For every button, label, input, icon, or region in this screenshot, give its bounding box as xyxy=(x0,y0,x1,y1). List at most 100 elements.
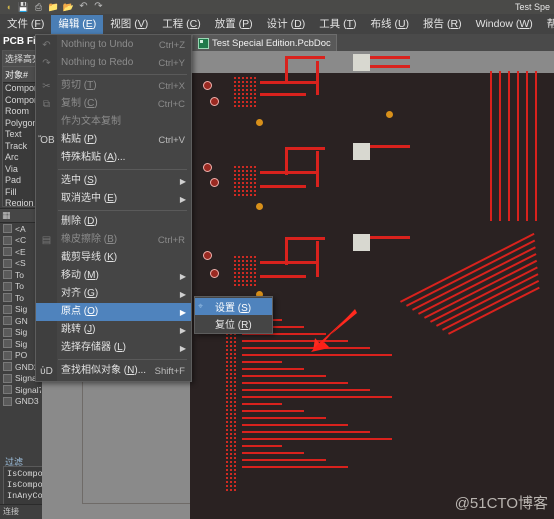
object-type-item[interactable]: Via xyxy=(3,164,39,176)
menu-item-shortcut: Ctrl+Z xyxy=(158,39,185,51)
pcb-board[interactable]: @51CTO博客 xyxy=(190,51,554,519)
edit-menu-item-17[interactable]: 原点 (O) ▶ xyxy=(36,303,191,321)
layer-visibility-checkbox[interactable] xyxy=(3,224,12,234)
redo-icon: ↷ xyxy=(42,57,51,69)
app-logo-icon[interactable]: ◖ xyxy=(2,1,15,13)
layer-list-item[interactable]: Signal7 xyxy=(1,384,41,396)
menu-Window-9[interactable]: Window (W) xyxy=(469,15,540,34)
accesskey-letter: T xyxy=(87,80,94,91)
menu-放置-4[interactable]: 放置 (P) xyxy=(208,15,260,34)
submenu-item-label: 复位 (R) xyxy=(215,320,252,331)
menu-文件-0[interactable]: 文件 (F) xyxy=(0,15,51,34)
menu-separator xyxy=(58,169,187,170)
label-text: 取消选中 xyxy=(61,193,101,204)
paste-icon: ὌB xyxy=(38,134,55,146)
object-type-item[interactable]: Component xyxy=(3,83,39,95)
object-type-item[interactable]: Polygon xyxy=(3,118,39,130)
edit-menu-item-9[interactable]: 选中 (S) ▶ xyxy=(36,172,191,190)
label-text: 原点 xyxy=(61,306,81,317)
object-type-item[interactable]: Fill xyxy=(3,187,39,199)
menu-视图-2[interactable]: 视图 (V) xyxy=(103,15,155,34)
layer-visibility-checkbox[interactable] xyxy=(3,304,12,314)
menu-报告-8[interactable]: 报告 (R) xyxy=(416,15,469,34)
menu-label: 视图 xyxy=(110,17,132,30)
menu-item-label: 选择存储器 (L) xyxy=(61,342,127,353)
via-6 xyxy=(210,269,219,278)
object-type-item[interactable]: Region xyxy=(3,198,39,206)
menu-设计-5[interactable]: 设计 (D) xyxy=(260,15,313,34)
edit-menu-dropdown[interactable]: ↶ Nothing to Undo Ctrl+Z ↷ Nothing to Redo Ct… xyxy=(35,34,192,382)
edit-menu-item-15[interactable]: 移动 (M) ▶ xyxy=(36,267,191,285)
origin-submenu-item-1[interactable]: 复位 (R) xyxy=(195,315,272,332)
edit-menu-item-21[interactable]: ὐD 查找相似对象 (N)... Shift+F xyxy=(36,362,191,380)
layer-visibility-checkbox[interactable] xyxy=(3,235,12,245)
trace-group-2d xyxy=(285,147,288,175)
layer-visibility-checkbox[interactable] xyxy=(3,362,12,372)
layer-visibility-checkbox[interactable] xyxy=(3,258,12,268)
board-top-margin xyxy=(190,51,554,73)
fanout-trace xyxy=(242,396,392,398)
layer-visibility-checkbox[interactable] xyxy=(3,327,12,337)
layer-visibility-checkbox[interactable] xyxy=(3,339,12,349)
layer-visibility-checkbox[interactable] xyxy=(3,396,12,406)
menu-accesskey: (D) xyxy=(287,17,306,30)
object-type-item[interactable]: Text xyxy=(3,129,39,141)
redo-icon[interactable]: ↷ xyxy=(92,1,105,13)
menu-label: 布线 xyxy=(370,17,392,30)
layer-visibility-checkbox[interactable] xyxy=(3,270,12,280)
edit-menu-item-10[interactable]: 取消选中 (E) ▶ xyxy=(36,190,191,208)
layer-visibility-checkbox[interactable] xyxy=(3,247,12,257)
eraser-icon: ▤ xyxy=(41,234,52,246)
menu-item-label: 选中 (S) xyxy=(61,175,98,186)
object-type-item[interactable]: Track xyxy=(3,141,39,153)
layer-visibility-checkbox[interactable] xyxy=(3,281,12,291)
layer-list-item[interactable]: GND3 xyxy=(1,396,41,408)
menu-帮助-10[interactable]: 帮助 (H) xyxy=(540,15,554,34)
layer-visibility-checkbox[interactable] xyxy=(3,385,12,395)
fanout-trace xyxy=(242,410,304,412)
menu-编辑-1[interactable]: 编辑 (E) xyxy=(51,14,104,34)
object-type-item[interactable]: Room xyxy=(3,106,39,118)
edit-menu-item-12[interactable]: 删除 (D) xyxy=(36,213,191,231)
label-text: 跳转 xyxy=(61,324,81,335)
layer-visibility-checkbox[interactable] xyxy=(3,350,12,360)
edit-menu-item-18[interactable]: 跳转 (J) ▶ xyxy=(36,321,191,339)
open-project-icon[interactable]: 📂 xyxy=(62,1,75,13)
label-text: 剪切 xyxy=(61,80,81,91)
open-folder-icon[interactable]: 📁 xyxy=(47,1,60,13)
tab-test-special-edition[interactable]: Test Special Edition.PcbDoc xyxy=(192,34,337,51)
menu-item-label: 取消选中 (E) xyxy=(61,193,118,204)
save-icon[interactable]: 💾 xyxy=(17,1,30,13)
edit-menu-item-16[interactable]: 对齐 (G) ▶ xyxy=(36,285,191,303)
origin-submenu-item-0[interactable]: ⌖ 设置 (S) xyxy=(195,298,272,315)
edit-menu-item-7[interactable]: 特殊粘贴 (A)... xyxy=(36,149,191,167)
layer-visibility-checkbox[interactable] xyxy=(3,293,12,303)
trace-group-3b xyxy=(260,275,306,278)
application-window: ◖ 💾 ⎙ 📁 📂 ↶ ↷ Test Spe 文件 (F) 编辑 (E) 视图 (V… xyxy=(0,0,554,519)
list-view-icon[interactable]: ▦ xyxy=(2,210,11,221)
menu-工程-3[interactable]: 工程 (C) xyxy=(155,15,208,34)
menu-label: 帮助 xyxy=(546,17,554,30)
print-icon[interactable]: ⎙ xyxy=(32,1,45,13)
edit-menu-item-19[interactable]: 选择存储器 (L) ▶ xyxy=(36,339,191,357)
trace-group-3f xyxy=(370,236,410,239)
object-type-item[interactable]: Arc xyxy=(3,152,39,164)
edit-menu-item-6[interactable]: ὌB 粘贴 (P) Ctrl+V xyxy=(36,131,191,149)
layer-name-label: Sig xyxy=(15,327,28,338)
layer-visibility-checkbox[interactable] xyxy=(3,316,12,326)
fanout-trace xyxy=(242,403,282,405)
label-suffix: ... xyxy=(117,152,126,163)
testpoint-2 xyxy=(386,111,393,118)
fanout-trace xyxy=(242,347,370,349)
layer-visibility-checkbox[interactable] xyxy=(3,373,12,383)
menu-item-label: 移动 (M) xyxy=(61,270,99,281)
menu-item-label: 删除 (D) xyxy=(61,216,98,227)
trace-group-2e xyxy=(285,147,325,150)
menu-布线-7[interactable]: 布线 (U) xyxy=(364,15,417,34)
menu-工具-6[interactable]: 工具 (T) xyxy=(312,15,363,34)
origin-submenu[interactable]: ⌖ 设置 (S) 复位 (R) xyxy=(194,296,273,334)
edit-menu-item-14[interactable]: 截剪导线 (K) xyxy=(36,249,191,267)
undo-icon[interactable]: ↶ xyxy=(77,1,90,13)
object-type-item[interactable]: Pad xyxy=(3,175,39,187)
object-type-item[interactable]: Component xyxy=(3,95,39,107)
